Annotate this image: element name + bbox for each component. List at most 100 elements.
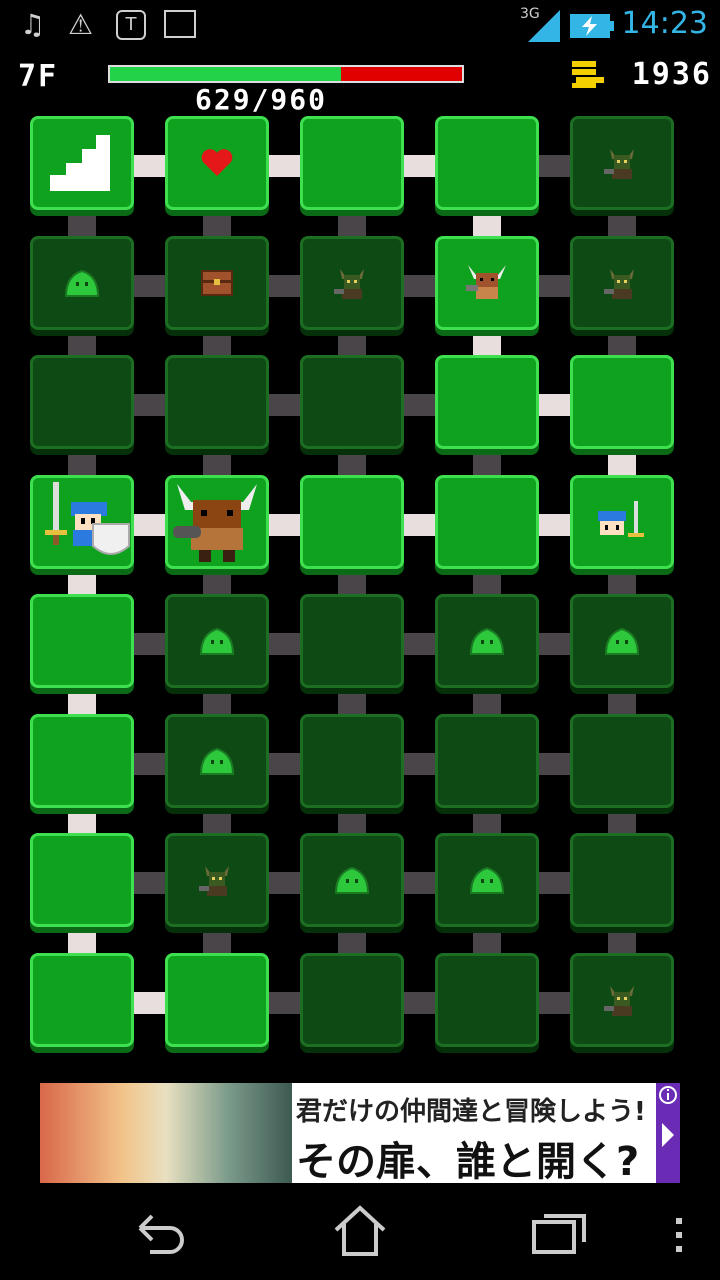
board-tile[interactable] [435,952,539,1047]
board-tile[interactable] [165,713,269,808]
slime-enemy-icon [168,597,266,685]
board-tile[interactable] [30,713,134,808]
board-tile[interactable] [435,474,539,569]
board-tile[interactable] [165,355,269,449]
board-tile[interactable] [570,355,674,449]
board-tile[interactable] [300,833,404,927]
path-horizontal [402,513,438,536]
path-horizontal [267,155,303,177]
path-horizontal [267,513,303,536]
goblin-enemy-icon [168,836,266,924]
hero-player-icon [33,478,131,566]
path-horizontal [132,752,168,775]
board-tile[interactable] [570,474,674,569]
path-horizontal [132,274,168,297]
path-horizontal [132,872,168,894]
board-tile[interactable] [165,116,269,210]
path-horizontal [537,394,573,416]
slime-enemy-icon [33,239,131,327]
board-tile[interactable] [570,833,674,927]
board-tile[interactable] [165,952,269,1047]
board-tile[interactable] [300,952,404,1047]
path-horizontal [537,155,573,177]
slime-enemy-icon [303,836,401,924]
path-horizontal [132,394,168,416]
path-horizontal [537,872,573,894]
navigation-bar [0,1190,720,1280]
slime-enemy-icon [168,717,266,805]
goblin-enemy-icon [573,119,671,207]
minotaur-enemy-icon [168,478,266,566]
board-tile[interactable] [30,235,134,330]
ad-info-icon[interactable] [656,1083,680,1183]
path-horizontal [132,991,168,1014]
path-horizontal [537,752,573,775]
home-icon[interactable] [330,1204,390,1258]
board-tile[interactable] [30,833,134,927]
path-horizontal [537,513,573,536]
path-horizontal [132,513,168,536]
path-horizontal [267,872,303,894]
path-horizontal [537,274,573,297]
board-tile[interactable] [435,116,539,210]
board-tile[interactable] [30,116,134,210]
board-tile[interactable] [435,594,539,688]
board-tile[interactable] [165,594,269,688]
board-tile[interactable] [435,355,539,449]
board-tile[interactable] [165,474,269,569]
path-horizontal [537,633,573,655]
path-horizontal [402,274,438,297]
path-horizontal [132,633,168,655]
board-tile[interactable] [30,474,134,569]
ad-tagline: 君だけの仲間達と冒険しよう! [296,1097,646,1127]
minotaur-enemy-icon [438,239,536,327]
board-tile[interactable] [570,713,674,808]
path-horizontal [132,155,168,177]
board-tile[interactable] [300,594,404,688]
goblin-enemy-icon [303,239,401,327]
board-tile[interactable] [570,952,674,1047]
menu-icon[interactable] [672,1216,686,1256]
goblin-enemy-icon [573,956,671,1044]
heart-icon [168,119,266,207]
stairs-icon [33,119,131,207]
path-horizontal [402,872,438,894]
path-horizontal [402,633,438,655]
board-tile[interactable] [435,713,539,808]
board-tile[interactable] [30,355,134,449]
goblin-enemy-icon [573,239,671,327]
board-tile[interactable] [30,594,134,688]
board-tile[interactable] [300,235,404,330]
slime-enemy-icon [573,597,671,685]
board-tile[interactable] [570,235,674,330]
path-horizontal [402,991,438,1014]
board-tile[interactable] [300,713,404,808]
dungeon-board [0,0,720,1080]
path-horizontal [402,752,438,775]
treasure-chest-icon [168,239,266,327]
path-horizontal [537,991,573,1014]
path-horizontal [267,752,303,775]
path-horizontal [267,633,303,655]
board-tile[interactable] [30,952,134,1047]
recents-icon[interactable] [530,1208,590,1258]
board-tile[interactable] [300,116,404,210]
ad-banner[interactable]: 君だけの仲間達と冒険しよう! その扉、誰と開く? [40,1083,680,1185]
board-tile[interactable] [435,833,539,927]
path-horizontal [402,394,438,416]
board-tile[interactable] [435,235,539,330]
back-icon[interactable] [130,1208,190,1258]
path-horizontal [267,394,303,416]
board-tile[interactable] [570,594,674,688]
board-tile[interactable] [300,355,404,449]
board-tile[interactable] [165,235,269,330]
path-horizontal [267,274,303,297]
board-tile[interactable] [570,116,674,210]
slime-enemy-icon [438,597,536,685]
path-horizontal [267,991,303,1014]
slime-enemy-icon [438,836,536,924]
hero-ally-icon [573,478,671,566]
board-tile[interactable] [300,474,404,569]
board-tile[interactable] [165,833,269,927]
ad-headline: その扉、誰と開く? [296,1139,640,1185]
